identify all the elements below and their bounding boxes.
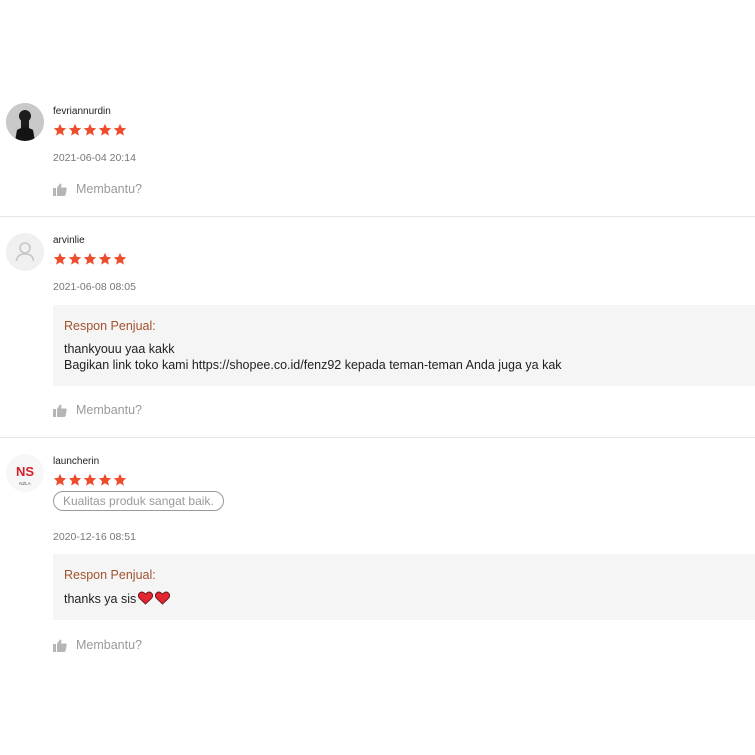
star-icon	[83, 252, 97, 265]
helpful-label: Membantu?	[76, 638, 143, 652]
logo-subtext: NZLA	[19, 481, 31, 486]
review-item: arvinlie 2021-06-08 08:05 Respon Penjual…	[0, 216, 755, 438]
rating-stars	[53, 123, 127, 137]
thumbs-up-icon	[53, 404, 67, 417]
star-icon	[53, 123, 67, 136]
review-timestamp: 2020-12-16 08:51	[53, 531, 136, 543]
thumbs-up-icon	[53, 639, 67, 652]
rating-stars	[53, 252, 127, 266]
seller-response-line: Bagikan link toko kami https://shopee.co…	[64, 357, 562, 372]
seller-response-title: Respon Penjual:	[64, 319, 156, 333]
star-icon	[83, 123, 97, 136]
star-icon	[113, 123, 127, 136]
avatar-photo-icon	[6, 103, 44, 141]
reviewer-username[interactable]: arvinlie	[53, 235, 85, 246]
reviewer-username[interactable]: fevriannurdin	[53, 106, 111, 117]
star-icon	[53, 473, 67, 486]
thumbs-up-icon	[53, 183, 67, 196]
rating-stars	[53, 473, 127, 487]
helpful-label: Membantu?	[76, 403, 143, 417]
heart-icon	[155, 591, 171, 605]
star-icon	[98, 473, 112, 486]
helpful-button[interactable]: Membantu?	[53, 638, 142, 652]
seller-response: Respon Penjual: thanks ya sis	[53, 554, 755, 620]
seller-response-line: thanks ya sis	[64, 591, 744, 608]
star-icon	[53, 252, 67, 265]
reviewer-username[interactable]: launcherin	[53, 456, 99, 467]
avatar[interactable]	[6, 233, 44, 271]
logo-mark: NS	[16, 464, 34, 479]
avatar[interactable]	[6, 103, 44, 141]
star-icon	[113, 473, 127, 486]
seller-response-title: Respon Penjual:	[64, 568, 156, 582]
review-timestamp: 2021-06-04 20:14	[53, 152, 136, 164]
review-tag: Kualitas produk sangat baik.	[53, 491, 224, 511]
helpful-button[interactable]: Membantu?	[53, 182, 142, 196]
review-item: fevriannurdin 2021-06-04 20:14 Membantu?	[0, 96, 755, 216]
seller-response-text: thanks ya sis	[64, 592, 137, 606]
star-icon	[68, 473, 82, 486]
star-icon	[98, 123, 112, 136]
user-placeholder-icon	[6, 233, 44, 271]
brand-logo-icon: NS NZLA	[6, 454, 44, 492]
seller-response-line: thankyouu yaa kakk	[64, 342, 175, 356]
star-icon	[98, 252, 112, 265]
avatar[interactable]: NS NZLA	[6, 454, 44, 492]
review-item: NS NZLA launcherin Kualitas produk sanga…	[0, 437, 755, 678]
helpful-button[interactable]: Membantu?	[53, 403, 142, 417]
star-icon	[68, 123, 82, 136]
review-timestamp: 2021-06-08 08:05	[53, 281, 136, 293]
star-icon	[68, 252, 82, 265]
seller-response: Respon Penjual: thankyouu yaa kakk Bagik…	[53, 305, 755, 386]
helpful-label: Membantu?	[76, 182, 143, 196]
star-icon	[113, 252, 127, 265]
heart-icon	[138, 591, 154, 605]
star-icon	[83, 473, 97, 486]
